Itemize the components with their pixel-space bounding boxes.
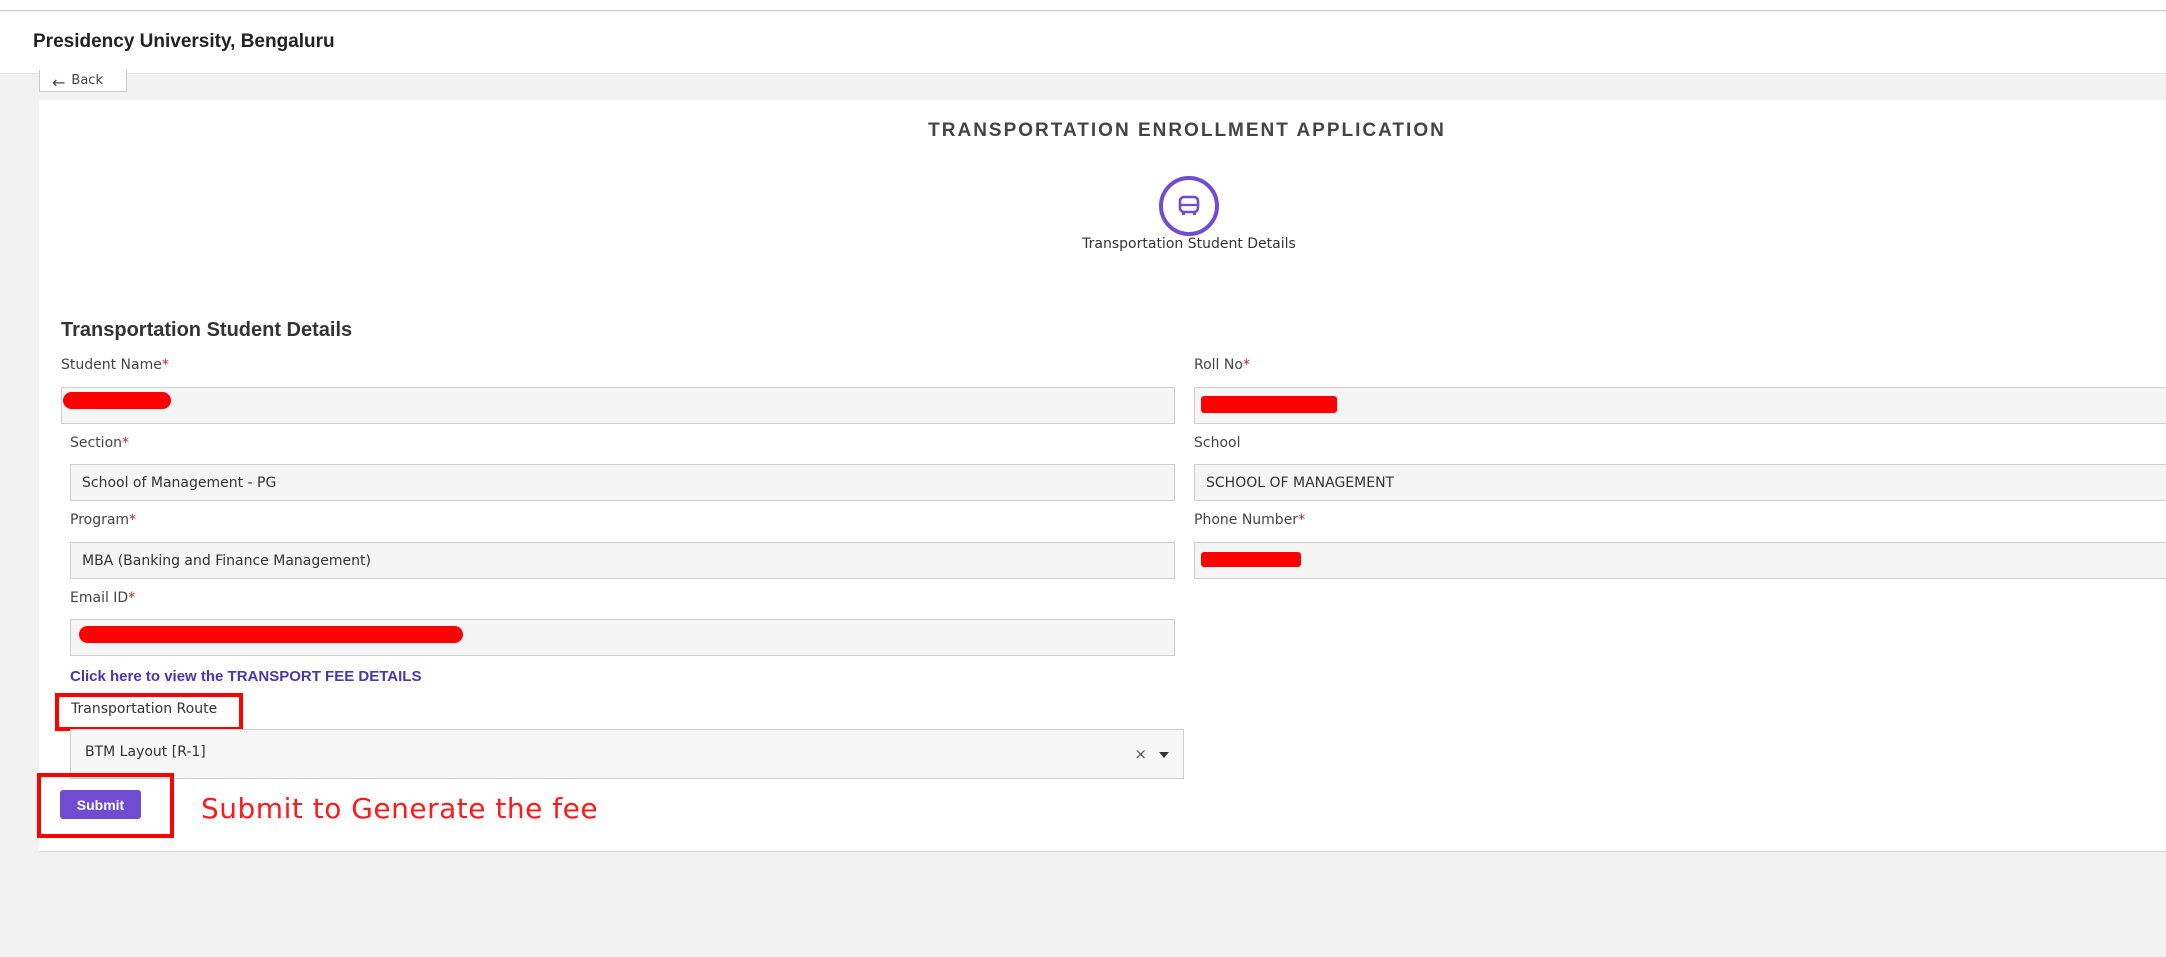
arrow-left-icon: ← <box>52 73 66 92</box>
section-label: Section* <box>70 435 130 451</box>
required-marker: * <box>128 590 136 606</box>
clear-selection-icon[interactable]: × <box>1134 745 1147 763</box>
redaction-mark <box>63 392 171 409</box>
section-field[interactable]: School of Management - PG <box>70 464 1175 501</box>
required-marker: * <box>122 435 130 451</box>
route-label: Transportation Route <box>71 701 218 717</box>
form-title: TRANSPORTATION ENROLLMENT APPLICATION <box>928 120 1446 141</box>
redaction-mark <box>1201 396 1337 413</box>
section-heading: Transportation Student Details <box>61 319 353 341</box>
phone-number-field[interactable] <box>1194 542 2166 579</box>
app-title: Presidency University, Bengaluru <box>33 31 335 52</box>
required-marker: * <box>161 357 169 373</box>
bus-icon <box>1178 195 1200 215</box>
step-indicator <box>1159 176 1219 236</box>
redaction-mark <box>1201 552 1301 567</box>
roll-no-field[interactable] <box>1194 387 2166 424</box>
redaction-mark <box>79 626 463 643</box>
top-border <box>0 0 2166 11</box>
route-selected-value: BTM Layout [R-1] <box>85 744 206 760</box>
required-marker: * <box>129 512 137 528</box>
student-name-label: Student Name* <box>61 357 169 373</box>
back-button-label: Back <box>71 73 103 88</box>
chevron-down-icon[interactable] <box>1159 752 1169 758</box>
program-field[interactable]: MBA (Banking and Finance Management) <box>70 542 1175 579</box>
transportation-route-select[interactable]: BTM Layout [R-1] × <box>70 729 1184 779</box>
required-marker: * <box>1298 512 1306 528</box>
required-marker: * <box>1242 357 1250 373</box>
annotation-text: Submit to Generate the fee <box>201 792 599 825</box>
transport-fee-details-link[interactable]: Click here to view the TRANSPORT FEE DET… <box>70 668 421 685</box>
back-button[interactable]: ← Back <box>39 70 127 92</box>
roll-no-label: Roll No* <box>1194 357 1250 373</box>
school-field[interactable]: SCHOOL OF MANAGEMENT <box>1194 464 2166 501</box>
email-id-label: Email ID* <box>70 590 136 606</box>
enrollment-form-card: TRANSPORTATION ENROLLMENT APPLICATION Tr… <box>37 100 2166 852</box>
submit-button[interactable]: Submit <box>60 790 141 819</box>
phone-number-label: Phone Number* <box>1194 512 1306 528</box>
step-label: Transportation Student Details <box>1082 236 1296 252</box>
school-label: School <box>1194 435 1241 451</box>
program-label: Program* <box>70 512 137 528</box>
student-name-field[interactable] <box>61 387 1175 424</box>
app-header: Presidency University, Bengaluru <box>0 12 2166 74</box>
